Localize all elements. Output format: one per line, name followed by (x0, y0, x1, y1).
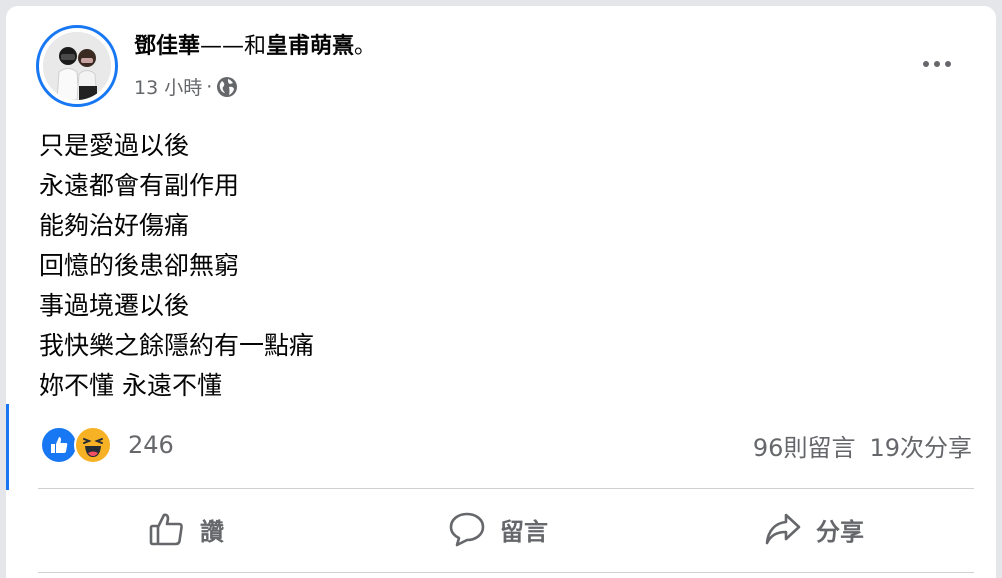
globe-icon[interactable] (216, 76, 238, 98)
more-dot-icon (945, 61, 951, 67)
comment-bubble-icon (448, 510, 486, 548)
title-period: 。 (354, 34, 377, 59)
divider (38, 572, 974, 573)
author-name-link[interactable]: 鄧佳華 (134, 28, 200, 60)
comment-button-label: 留言 (500, 517, 548, 546)
post-timestamp[interactable]: 13 小時 (134, 73, 202, 100)
reaction-count[interactable]: 246 (128, 431, 174, 459)
haha-reaction-icon (74, 426, 112, 464)
more-dot-icon (934, 61, 940, 67)
post-line: 回憶的後患卻無窮 (39, 251, 240, 280)
post-line: 妳不懂 永遠不懂 (39, 371, 222, 400)
post-line: 我快樂之餘隱約有一點痛 (39, 331, 315, 360)
avatar-photo (43, 32, 111, 100)
divider (38, 488, 974, 489)
like-button[interactable]: 讚 (148, 505, 224, 553)
focus-accent-bar (6, 404, 9, 490)
more-dot-icon (923, 61, 929, 67)
more-options-button[interactable] (915, 50, 959, 78)
share-count-link[interactable]: 19次分享 (869, 428, 972, 463)
comment-button[interactable]: 留言 (448, 505, 548, 553)
like-reaction-icon (40, 426, 78, 464)
share-button[interactable]: 分享 (764, 505, 864, 553)
reactions-summary[interactable]: 246 (40, 426, 174, 464)
meta-separator: · (206, 75, 213, 98)
post-meta: 13 小時 · (134, 73, 238, 100)
avatar[interactable] (36, 25, 118, 107)
tagged-friend-link[interactable]: 皇甫萌熹 (266, 28, 354, 60)
post-line: 永遠都會有副作用 (39, 171, 240, 200)
post-line: 事過境遷以後 (39, 291, 190, 320)
post-line: 能夠治好傷痛 (39, 211, 190, 240)
thumbs-up-icon (148, 510, 186, 548)
with-connector: ——和 (200, 34, 267, 59)
engagement-stats: 96則留言 19次分享 (753, 428, 972, 463)
post-body: 只是愛過以後 永遠都會有副作用 能夠治好傷痛 回憶的後患卻無窮 事過境遷以後 我… (39, 126, 314, 406)
post-line: 只是愛過以後 (39, 131, 190, 160)
share-button-label: 分享 (816, 517, 864, 546)
comment-count-link[interactable]: 96則留言 (753, 428, 856, 463)
like-button-label: 讚 (200, 517, 224, 546)
post-header-title: 鄧佳華 ——和 皇甫萌熹 。 (134, 28, 376, 60)
share-arrow-icon (764, 510, 802, 548)
